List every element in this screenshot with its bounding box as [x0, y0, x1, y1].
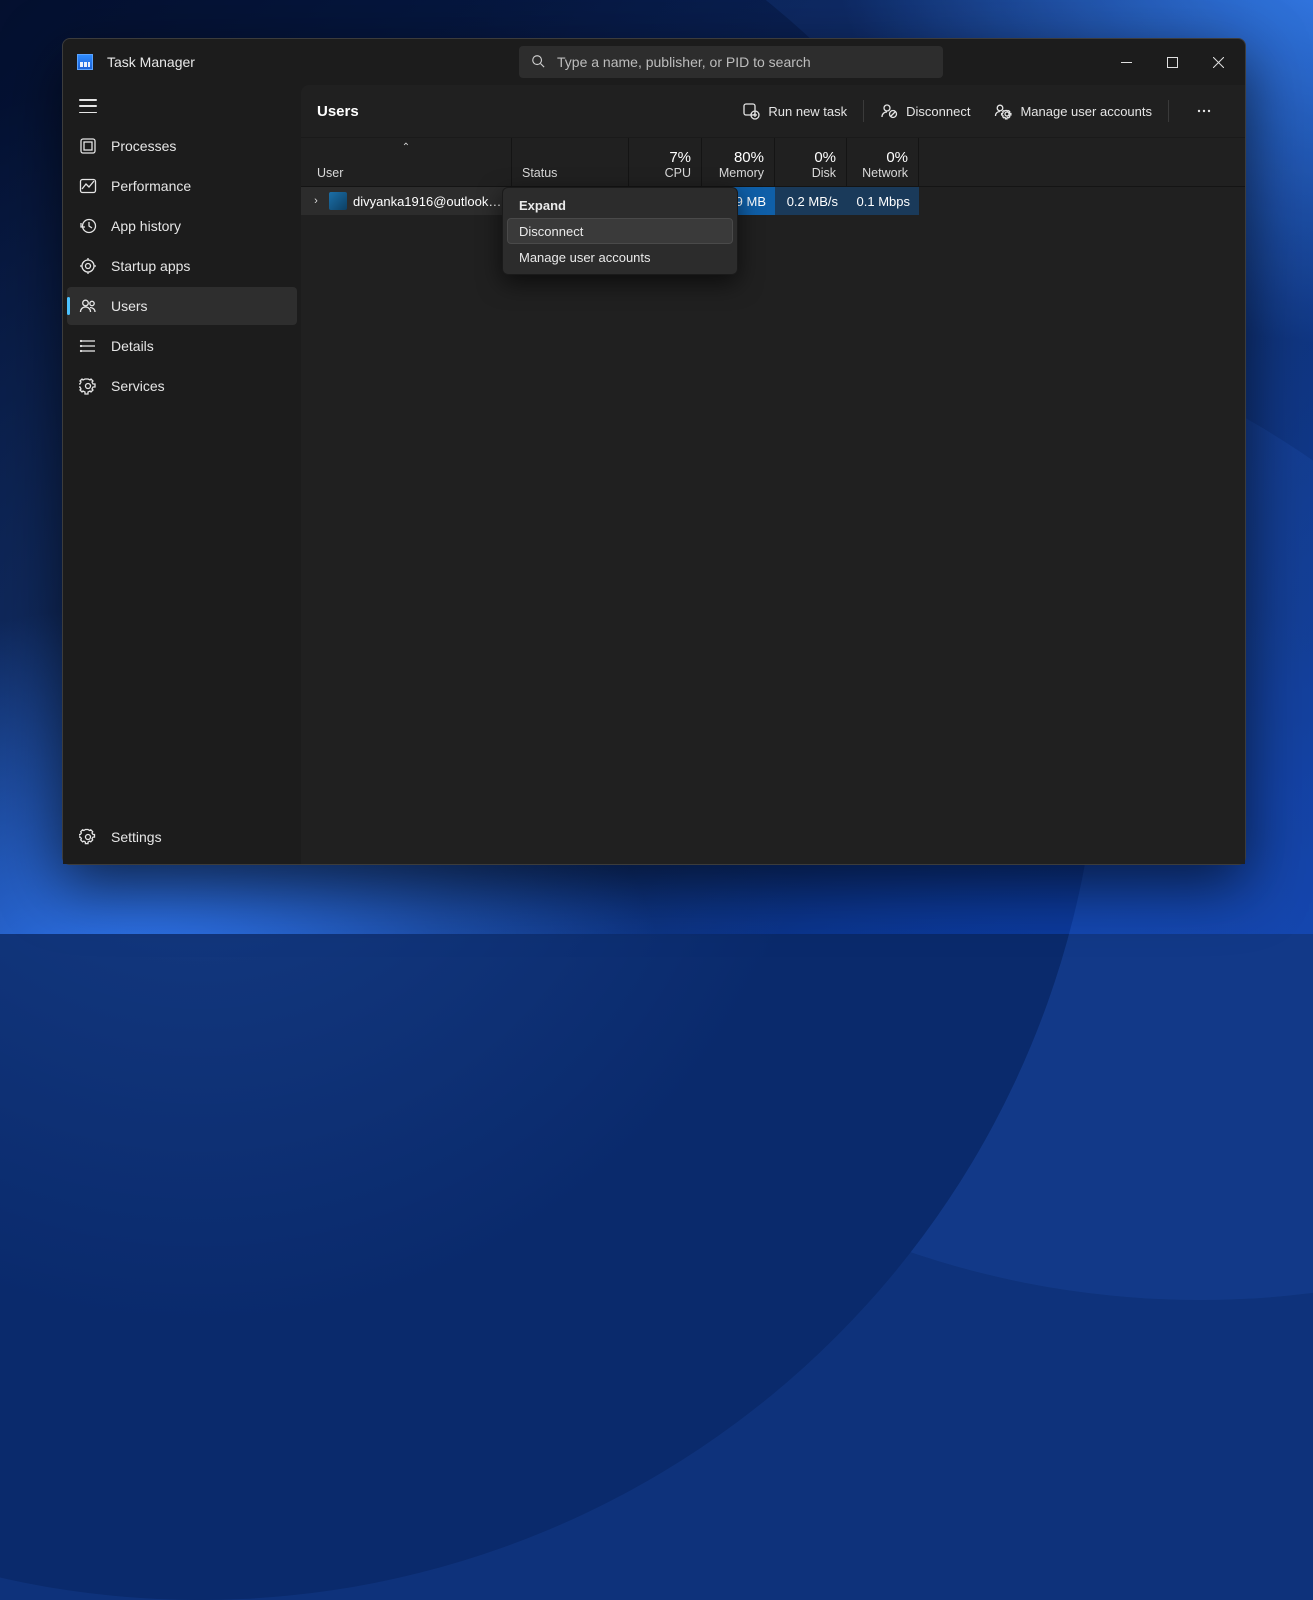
column-label: CPU	[665, 166, 691, 180]
sidebar-item-app-history[interactable]: App history	[67, 207, 297, 245]
column-header-disk[interactable]: 0% Disk	[775, 138, 847, 186]
sidebar-item-users[interactable]: Users	[67, 287, 297, 325]
services-icon	[79, 377, 97, 395]
table-row[interactable]: › divyanka1916@outlook.co.. 73.9 MB 0.2 …	[301, 187, 1245, 215]
manage-users-icon	[994, 102, 1012, 120]
minimize-button[interactable]	[1103, 39, 1149, 85]
cell-disk: 0.2 MB/s	[775, 187, 847, 215]
column-header-cpu[interactable]: 7% CPU	[629, 138, 702, 186]
toolbar-separator	[863, 100, 864, 122]
column-label: Memory	[719, 166, 764, 180]
page-header: Users Run new task Disconnect Manage use…	[301, 85, 1245, 138]
close-button[interactable]	[1195, 39, 1241, 85]
manage-user-accounts-button[interactable]: Manage user accounts	[982, 93, 1164, 129]
sidebar-item-label: Details	[111, 338, 154, 354]
user-avatar-icon	[329, 192, 347, 210]
context-menu: Expand Disconnect Manage user accounts	[502, 187, 738, 275]
column-header-network[interactable]: 0% Network	[847, 138, 919, 186]
details-icon	[79, 337, 97, 355]
search-icon	[531, 54, 545, 71]
context-menu-item-manage[interactable]: Manage user accounts	[507, 244, 733, 270]
column-header-status[interactable]: Status	[512, 138, 629, 186]
titlebar: Task Manager	[63, 39, 1245, 85]
sidebar-item-label: Processes	[111, 138, 176, 154]
task-manager-icon	[77, 54, 93, 70]
users-icon	[79, 297, 97, 315]
maximize-button[interactable]	[1149, 39, 1195, 85]
page-title: Users	[317, 103, 359, 120]
column-label: User	[317, 166, 501, 180]
column-percent: 0%	[886, 149, 908, 166]
column-header-memory[interactable]: 80% Memory	[702, 138, 775, 186]
app-title: Task Manager	[107, 54, 195, 70]
sidebar-item-settings[interactable]: Settings	[67, 818, 297, 856]
user-name: divyanka1916@outlook.co..	[353, 194, 503, 209]
button-label: Manage user accounts	[1020, 104, 1152, 119]
run-new-task-button[interactable]: Run new task	[730, 93, 859, 129]
sort-indicator-up-icon: ⌃	[301, 142, 511, 153]
sidebar-item-label: Users	[111, 298, 148, 314]
column-percent: 80%	[734, 149, 764, 166]
column-header-user[interactable]: ⌃ User	[301, 138, 512, 186]
column-label: Disk	[812, 166, 836, 180]
history-icon	[79, 217, 97, 235]
window-controls	[1103, 39, 1241, 85]
overflow-menu-button[interactable]	[1173, 93, 1235, 129]
table-body: › divyanka1916@outlook.co.. 73.9 MB 0.2 …	[301, 187, 1245, 864]
search-box[interactable]	[519, 46, 943, 78]
button-label: Run new task	[768, 104, 847, 119]
processes-icon	[79, 137, 97, 155]
gear-icon	[79, 828, 97, 846]
search-input[interactable]	[555, 53, 931, 71]
sidebar-item-services[interactable]: Services	[67, 367, 297, 405]
column-percent: 0%	[814, 149, 836, 166]
main-content: Users Run new task Disconnect Manage use…	[301, 85, 1245, 864]
sidebar-item-processes[interactable]: Processes	[67, 127, 297, 165]
sidebar-item-label: Services	[111, 378, 165, 394]
context-menu-item-disconnect[interactable]: Disconnect	[507, 218, 733, 244]
cell-network: 0.1 Mbps	[847, 187, 919, 215]
sidebar-item-label: Performance	[111, 178, 191, 194]
chevron-right-icon[interactable]: ›	[309, 195, 323, 207]
disconnect-icon	[880, 102, 898, 120]
toolbar-separator	[1168, 100, 1169, 122]
sidebar-item-label: App history	[111, 218, 181, 234]
disconnect-button[interactable]: Disconnect	[868, 93, 982, 129]
cell-user[interactable]: › divyanka1916@outlook.co..	[301, 187, 512, 215]
run-task-icon	[742, 102, 760, 120]
startup-icon	[79, 257, 97, 275]
hamburger-menu-button[interactable]	[79, 99, 97, 113]
button-label: Disconnect	[906, 104, 970, 119]
task-manager-window: Task Manager	[62, 38, 1246, 865]
column-label: Status	[522, 166, 618, 180]
more-icon	[1195, 102, 1213, 120]
sidebar: Processes Performance App history Startu…	[63, 85, 301, 864]
column-label: Network	[862, 166, 908, 180]
sidebar-item-label: Settings	[111, 829, 162, 845]
sidebar-item-label: Startup apps	[111, 258, 190, 274]
sidebar-item-performance[interactable]: Performance	[67, 167, 297, 205]
sidebar-item-details[interactable]: Details	[67, 327, 297, 365]
sidebar-item-startup-apps[interactable]: Startup apps	[67, 247, 297, 285]
table-header: ⌃ User Status 7% CPU 80% Memory 0% Disk	[301, 138, 1245, 187]
performance-icon	[79, 177, 97, 195]
column-percent: 7%	[669, 149, 691, 166]
context-menu-item-expand[interactable]: Expand	[507, 192, 733, 218]
